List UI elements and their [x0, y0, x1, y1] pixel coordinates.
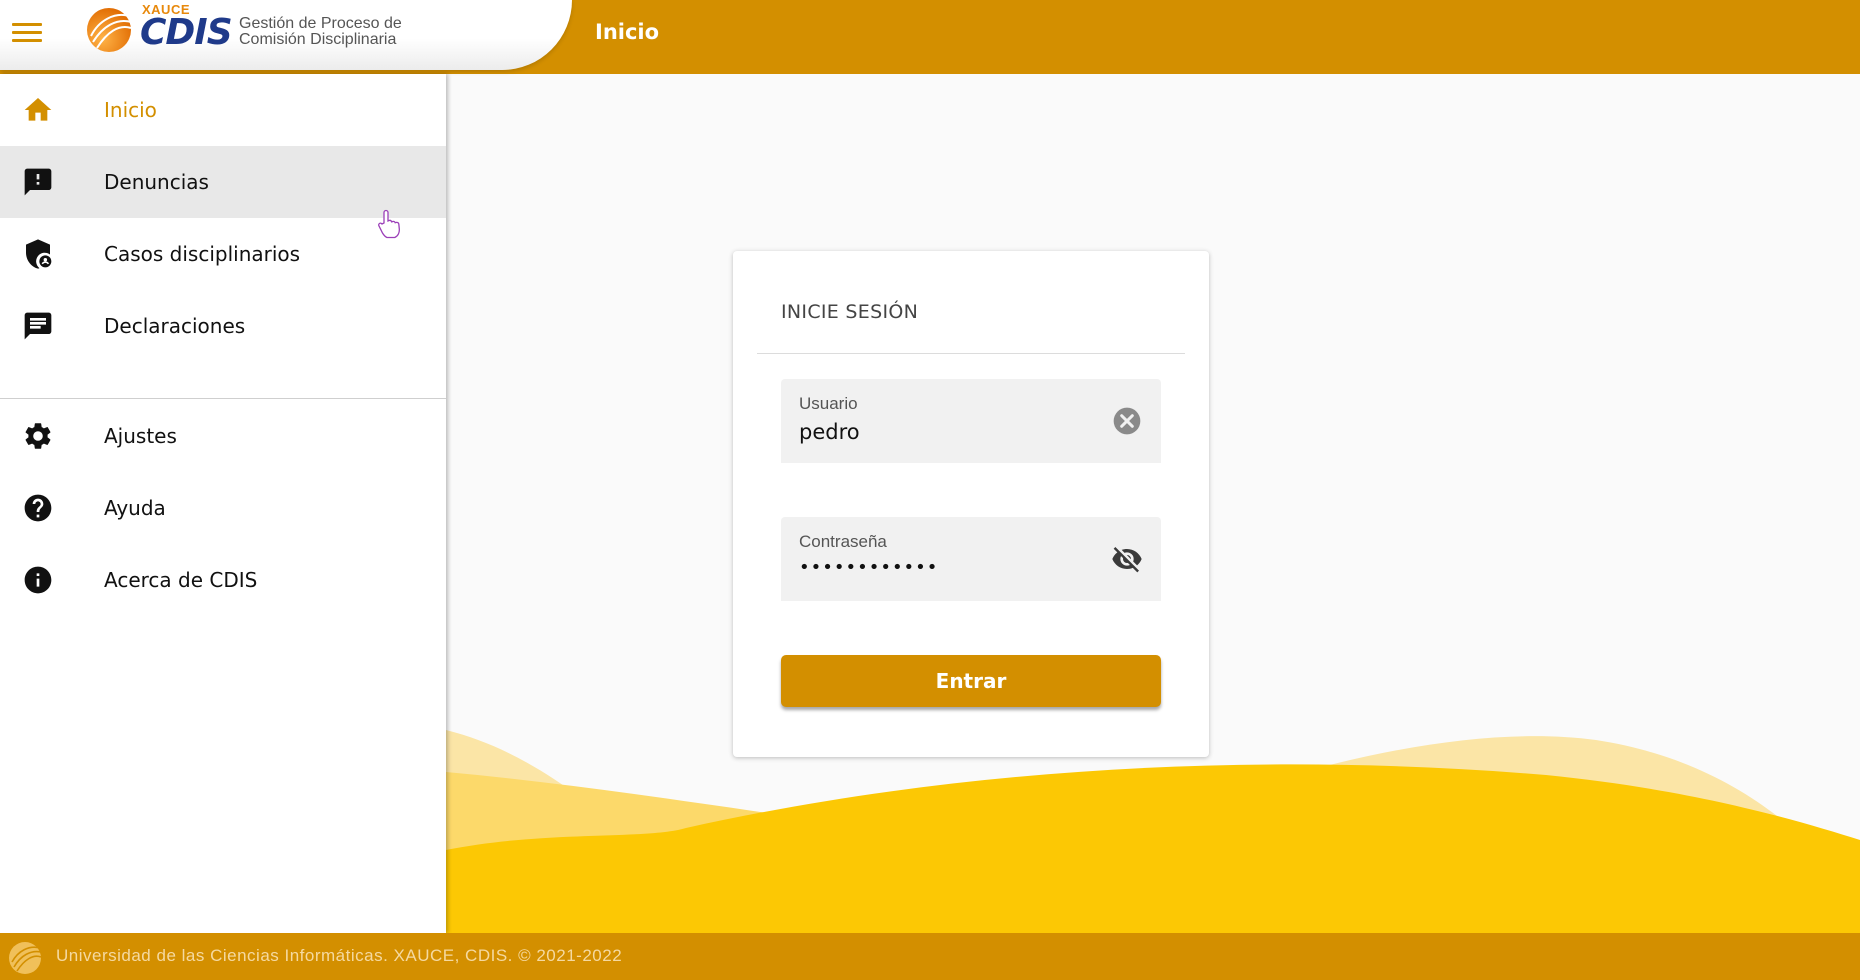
sidebar-item-label: Ayuda: [104, 496, 166, 520]
home-icon: [24, 98, 52, 121]
page-title: Inicio: [595, 20, 660, 44]
card-divider: [757, 353, 1185, 354]
username-input[interactable]: [799, 420, 1099, 444]
login-card: INICIE SESIÓN Usuario Contraseña •••••••…: [733, 251, 1209, 757]
sidebar-item-label: Ajustes: [104, 424, 177, 448]
password-input[interactable]: ••••••••••••: [799, 557, 1099, 578]
help-icon: [24, 494, 52, 522]
sidebar-item-acerca[interactable]: Acerca de CDIS: [0, 544, 446, 616]
hand-cursor-icon: [378, 209, 400, 239]
sidebar: Inicio Denuncias Casos disciplinarios De…: [0, 74, 446, 933]
brand-panel: XAUCE CDIS Gestión de Proceso de Comisió…: [0, 0, 572, 70]
eye-off-icon[interactable]: [1111, 543, 1143, 575]
password-label: Contraseña: [799, 532, 887, 551]
footer: Universidad de las Ciencias Informáticas…: [0, 933, 1860, 980]
menu-icon[interactable]: [12, 20, 42, 46]
sidebar-item-label: Declaraciones: [104, 314, 246, 338]
brand-name: CDIS: [140, 12, 233, 53]
footer-logo: [9, 942, 42, 974]
login-button[interactable]: Entrar: [781, 655, 1161, 707]
shield-user-icon: [26, 239, 52, 269]
password-field[interactable]: Contraseña ••••••••••••: [781, 517, 1161, 601]
cdis-logo: [87, 8, 132, 52]
login-title: INICIE SESIÓN: [781, 301, 919, 323]
footer-text: Universidad de las Ciencias Informáticas…: [56, 946, 623, 965]
sidebar-item-label: Inicio: [104, 98, 157, 122]
sidebar-item-inicio[interactable]: Inicio: [0, 74, 446, 146]
sidebar-item-declaraciones[interactable]: Declaraciones: [0, 290, 446, 362]
username-label: Usuario: [799, 394, 858, 413]
sidebar-divider: [0, 398, 446, 399]
sidebar-item-denuncias[interactable]: Denuncias: [0, 146, 446, 218]
clear-icon[interactable]: [1111, 405, 1143, 437]
report-icon: [24, 168, 52, 196]
username-field[interactable]: Usuario: [781, 379, 1161, 463]
gear-icon: [25, 423, 51, 449]
sidebar-item-label: Denuncias: [104, 170, 209, 194]
sidebar-item-ayuda[interactable]: Ayuda: [0, 472, 446, 544]
sidebar-item-ajustes[interactable]: Ajustes: [0, 400, 446, 472]
info-icon: [24, 566, 52, 594]
sidebar-item-label: Casos disciplinarios: [104, 242, 301, 266]
brand-subtitle: Gestión de Proceso de Comisión Disciplin…: [239, 15, 402, 48]
message-icon: [24, 312, 52, 340]
sidebar-item-label: Acerca de CDIS: [104, 568, 258, 592]
